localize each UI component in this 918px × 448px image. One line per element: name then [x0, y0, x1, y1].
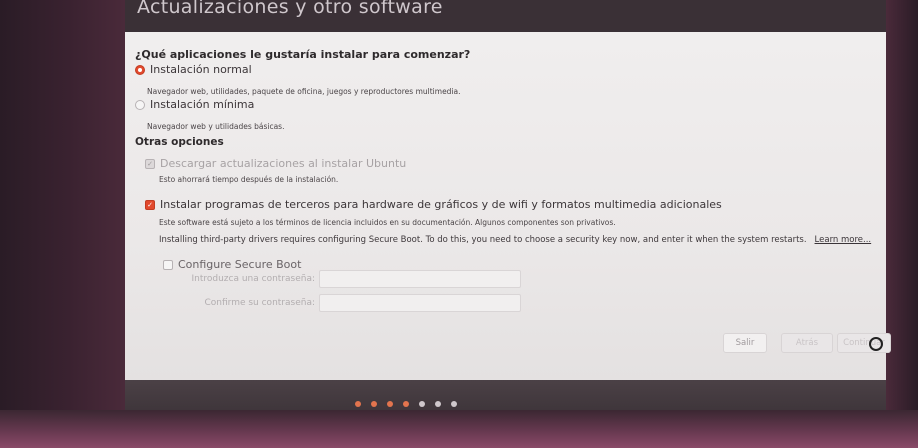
checkbox-unchecked-icon[interactable] [163, 259, 173, 270]
confirm-password-input[interactable] [319, 294, 521, 312]
radio-minimal-label: Instalación mínima [150, 98, 255, 111]
progress-dot [435, 401, 441, 407]
background-right [886, 0, 918, 448]
third-party-label: Instalar programas de terceros para hard… [160, 198, 722, 211]
back-button[interactable]: Atrás [781, 333, 833, 353]
background-left [0, 0, 125, 448]
progress-dot [355, 401, 361, 407]
learn-more-link[interactable]: Learn more... [815, 235, 872, 245]
checkbox-third-party[interactable]: ✓ Instalar programas de terceros para ha… [145, 198, 722, 211]
checkbox-checked-icon[interactable]: ✓ [145, 158, 155, 169]
radio-normal-install[interactable]: Instalación normal [135, 63, 252, 76]
progress-dot [451, 401, 457, 407]
question-heading: ¿Qué aplicaciones le gustaría instalar p… [135, 48, 471, 61]
secure-boot-note-text: Installing third-party drivers requires … [159, 235, 807, 245]
normal-install-desc: Navegador web, utilidades, paquete de of… [147, 87, 461, 96]
radio-normal-label: Instalación normal [150, 63, 252, 76]
minimal-install-desc: Navegador web y utilidades básicas. [147, 122, 285, 131]
password-input[interactable] [319, 270, 521, 288]
secure-boot-note: Installing third-party drivers requires … [159, 235, 871, 245]
installer-panel: ¿Qué aplicaciones le gustaría instalar p… [125, 32, 891, 380]
mouse-cursor-icon [869, 337, 883, 351]
progress-dot [371, 401, 377, 407]
checkbox-download-updates[interactable]: ✓ Descargar actualizaciones al instalar … [145, 157, 406, 170]
third-party-desc: Este software está sujeto a los términos… [159, 218, 616, 227]
password-row: Introduzca una contraseña: [165, 270, 521, 288]
progress-dot [419, 401, 425, 407]
radio-unselected-icon[interactable] [135, 99, 145, 110]
radio-minimal-install[interactable]: Instalación mínima [135, 98, 254, 111]
progress-dots [355, 401, 457, 407]
password-label: Introduzca una contraseña: [191, 274, 315, 284]
radio-selected-icon[interactable] [135, 64, 145, 75]
progress-dot [403, 401, 409, 407]
quit-button[interactable]: Salir [723, 333, 767, 353]
download-updates-desc: Esto ahorrará tiempo después de la insta… [159, 175, 339, 184]
checkbox-checked-icon[interactable]: ✓ [145, 199, 155, 210]
confirm-row: Confirme su contraseña: [165, 294, 521, 312]
background-bottom [0, 410, 918, 448]
progress-strip [125, 380, 886, 410]
confirm-label: Confirme su contraseña: [204, 298, 315, 308]
progress-dot [387, 401, 393, 407]
other-options-heading: Otras opciones [135, 136, 224, 148]
window-titlebar: Actualizaciones y otro software [125, 0, 886, 32]
download-updates-label: Descargar actualizaciones al instalar Ub… [160, 157, 407, 170]
window-title: Actualizaciones y otro software [137, 0, 443, 18]
